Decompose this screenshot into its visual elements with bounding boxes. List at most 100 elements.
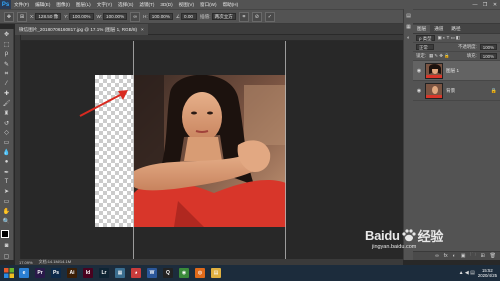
quick-select-icon[interactable]: ✎ [2,60,12,68]
type-icon[interactable]: T [2,178,12,186]
move-tool-icon[interactable]: ✥ [4,11,14,22]
menu-file[interactable]: 文件(F) [11,2,32,8]
clock[interactable]: 15:52 2020/4/25 [478,268,497,278]
taskbar-app-media[interactable]: ◕ [129,267,143,280]
layer-filter-select[interactable]: ρ 类型 [416,35,435,41]
taskbar-app-qq[interactable]: Q [161,267,175,280]
blur-icon[interactable]: 💧 [2,149,12,157]
clone-stamp-icon[interactable]: ♜ [2,109,12,117]
taskbar-app-app-grid[interactable]: ▦ [113,267,127,280]
link-layers-icon[interactable]: ∞ [435,253,439,259]
shape-icon[interactable]: ▭ [2,198,12,206]
vertical-guide-left[interactable] [133,41,134,259]
width-field[interactable]: W: 100.00% [97,13,128,20]
trash-icon[interactable]: 🗑 [490,253,496,259]
angle-field[interactable]: ∠ 0.00 [176,13,198,20]
eyedropper-icon[interactable]: ⁄ [2,80,12,88]
menu-type[interactable]: 文字(Y) [94,2,115,8]
crop-icon[interactable]: ⌗ [2,70,12,78]
fx-icon[interactable]: fx [444,253,448,259]
history-icon[interactable]: ▤ [405,12,412,19]
lasso-icon[interactable]: ρ [2,51,12,59]
angle-value[interactable]: 0.00 [181,13,198,20]
layer1-name[interactable]: 图层 1 [446,68,459,74]
lock-icons[interactable]: ▦ ✎ ✥ 🔒 [429,53,450,59]
taskbar-app-firefox[interactable]: ◍ [193,267,207,280]
pen-icon[interactable]: ✒ [2,168,12,176]
filter-icons[interactable]: ▣ ◐ T ▭ ◧ [438,35,461,41]
taskbar-app-photoshop[interactable]: Ps [49,267,63,280]
menu-filter[interactable]: 滤镜(T) [136,2,157,8]
taskbar-app-chrome[interactable]: ◉ [177,267,191,280]
marquee-icon[interactable]: ⬚ [2,41,12,49]
warp-icon[interactable]: ⌗ [238,11,249,22]
zoom-level[interactable]: 17.09% [19,260,33,265]
new-layer-icon[interactable]: ⊞ [480,253,484,259]
tray-icons[interactable]: ▲ ◀ ▤ [459,270,475,276]
adjustments-icon[interactable]: ◐ [405,34,412,41]
taskbar-app-lightroom[interactable]: Lr [97,267,111,280]
x-field[interactable]: X: 128.50 像 [30,13,62,20]
screen-mode-icon[interactable]: ▢ [2,252,12,260]
new-group-icon[interactable]: 🗀 [470,252,475,260]
minimize-button[interactable]: — [470,0,480,9]
foreground-color[interactable] [0,229,9,238]
blend-mode-select[interactable]: 正常 [416,44,434,50]
menu-image[interactable]: 图像(I) [53,2,73,8]
taskbar-app-ie[interactable]: e [17,267,31,280]
link-icon[interactable]: ∞ [130,11,141,22]
color-swatches[interactable] [0,229,13,242]
gradient-icon[interactable]: ▭ [2,139,12,147]
properties-icon[interactable]: ▦ [405,23,412,30]
menu-window[interactable]: 窗口(W) [197,2,220,8]
taskbar-app-illustrator[interactable]: Ai [65,267,79,280]
fill-value[interactable]: 100% [479,53,497,59]
reference-point-icon[interactable]: ⊞ [17,11,27,22]
menu-3d[interactable]: 3D(D) [157,2,175,7]
move-icon[interactable]: ✥ [2,31,12,39]
menu-layer[interactable]: 图层(L) [73,2,94,8]
brush-icon[interactable]: 🖌 [2,100,12,108]
menu-select[interactable]: 选择(S) [115,2,136,8]
document-tab[interactable]: 微信图片_20180706160817.jpg @ 17.1% (图层 1, R… [15,24,148,35]
interpolation-field[interactable]: 插值: 两次立方 [200,13,236,20]
start-button[interactable] [2,267,15,280]
eraser-icon[interactable]: ◇ [2,129,12,137]
tab-layers[interactable]: 图层 [413,25,431,33]
quick-mask-icon[interactable]: ◙ [2,242,12,250]
background-layer-name[interactable]: 背景 [446,88,455,94]
taskbar-app-premiere[interactable]: Pr [33,267,47,280]
menu-help[interactable]: 帮助(H) [220,2,242,8]
height-value[interactable]: 100.00% [148,13,173,20]
mask-icon[interactable]: ▣ [461,253,466,259]
path-select-icon[interactable]: ➤ [2,188,12,196]
close-button[interactable]: ✕ [490,0,500,9]
dodge-icon[interactable]: ● [2,158,12,166]
adjustment-layer-icon[interactable]: ◐ [453,253,456,259]
cancel-transform-icon[interactable]: ⊘ [251,11,262,22]
y-value[interactable]: 100.00% [69,13,94,20]
vertical-guide-right[interactable] [285,41,286,259]
visibility-eye-icon[interactable]: ◉ [416,68,422,74]
healing-brush-icon[interactable]: ✚ [2,90,12,98]
height-field[interactable]: H: 100.00% [143,13,173,20]
width-value[interactable]: 100.00% [103,13,128,20]
tab-paths[interactable]: 路径 [447,25,465,33]
document-close-icon[interactable]: × [141,27,144,32]
x-value[interactable]: 128.50 像 [35,13,62,20]
history-brush-icon[interactable]: ↺ [2,119,12,127]
y-field[interactable]: Y: 100.00% [64,13,94,20]
canvas-area[interactable] [21,41,403,259]
hand-icon[interactable]: ✋ [2,207,12,215]
portrait-photo[interactable] [134,75,286,227]
taskbar-app-folder[interactable]: ▤ [209,267,223,280]
menu-edit[interactable]: 编辑(E) [32,2,53,8]
taskbar-app-indesign[interactable]: Id [81,267,95,280]
restore-button[interactable]: ❐ [480,0,490,9]
visibility-eye-icon[interactable]: ◉ [416,88,422,94]
tab-channels[interactable]: 通道 [430,25,448,33]
opacity-value[interactable]: 100% [479,44,497,50]
zoom-icon[interactable]: 🔍 [2,217,12,225]
menu-view[interactable]: 视图(V) [176,2,197,8]
layer-row-background[interactable]: ◉ 背景 🔒 [413,81,500,101]
